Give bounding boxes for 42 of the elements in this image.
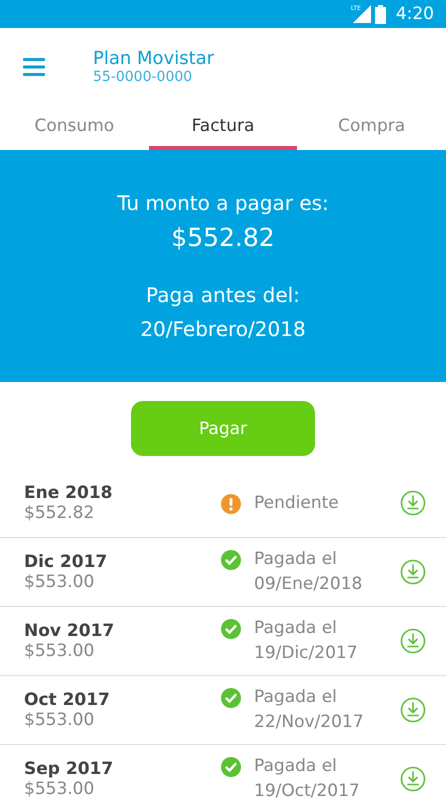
bill-month: Nov 2017 xyxy=(24,621,116,641)
payment-date: 19/Oct/2017 xyxy=(254,780,360,800)
tab[interactable]: Consumo xyxy=(0,105,149,150)
bill-status: Pendiente xyxy=(254,492,339,514)
payment-date: 09/Ene/2018 xyxy=(254,573,362,596)
check-icon xyxy=(221,550,241,570)
check-icon xyxy=(221,757,241,777)
bill-status: Pagada el xyxy=(254,686,338,709)
plan-title: Plan Movistar xyxy=(93,48,214,69)
amount-due: $552.82 xyxy=(171,222,275,254)
bill-month: Sep 2017 xyxy=(24,759,114,779)
download-icon[interactable] xyxy=(400,559,426,585)
download-icon[interactable] xyxy=(400,697,426,723)
warning-icon xyxy=(221,494,241,514)
bill-amount: $553.00 xyxy=(24,572,96,592)
check-icon xyxy=(221,619,241,639)
pay-button[interactable]: Pagar xyxy=(131,401,315,456)
bill-amount: $553.00 xyxy=(24,710,96,730)
check-icon xyxy=(221,688,241,708)
download-icon[interactable] xyxy=(400,490,426,516)
due-date: 20/Febrero/2018 xyxy=(140,316,306,343)
amount-label: Tu monto a pagar es: xyxy=(117,190,329,217)
bill-month: Ene 2018 xyxy=(24,483,114,503)
tab[interactable]: Compra xyxy=(297,105,446,150)
battery-icon xyxy=(374,4,386,24)
download-icon[interactable] xyxy=(400,766,426,792)
clock: 4:20 xyxy=(396,4,434,24)
bill-amount: $553.00 xyxy=(24,779,96,799)
bill-status: Pagada el xyxy=(254,755,338,778)
bill-amount: $553.00 xyxy=(24,641,96,661)
bill-status: Pagada el xyxy=(254,548,338,571)
due-label: Paga antes del: xyxy=(146,282,300,309)
signal-icon xyxy=(352,5,371,23)
bill-month: Dic 2017 xyxy=(24,552,108,572)
payment-date: 22/Nov/2017 xyxy=(254,711,364,734)
bill-status: Pagada el xyxy=(254,617,338,640)
payment-date: 19/Dic/2017 xyxy=(254,642,358,665)
download-icon[interactable] xyxy=(400,628,426,654)
phone-number: 55-0000-0000 xyxy=(93,69,194,85)
bill-amount: $552.82 xyxy=(24,503,96,523)
bill-month: Oct 2017 xyxy=(24,690,111,710)
menu-icon[interactable] xyxy=(23,58,45,76)
